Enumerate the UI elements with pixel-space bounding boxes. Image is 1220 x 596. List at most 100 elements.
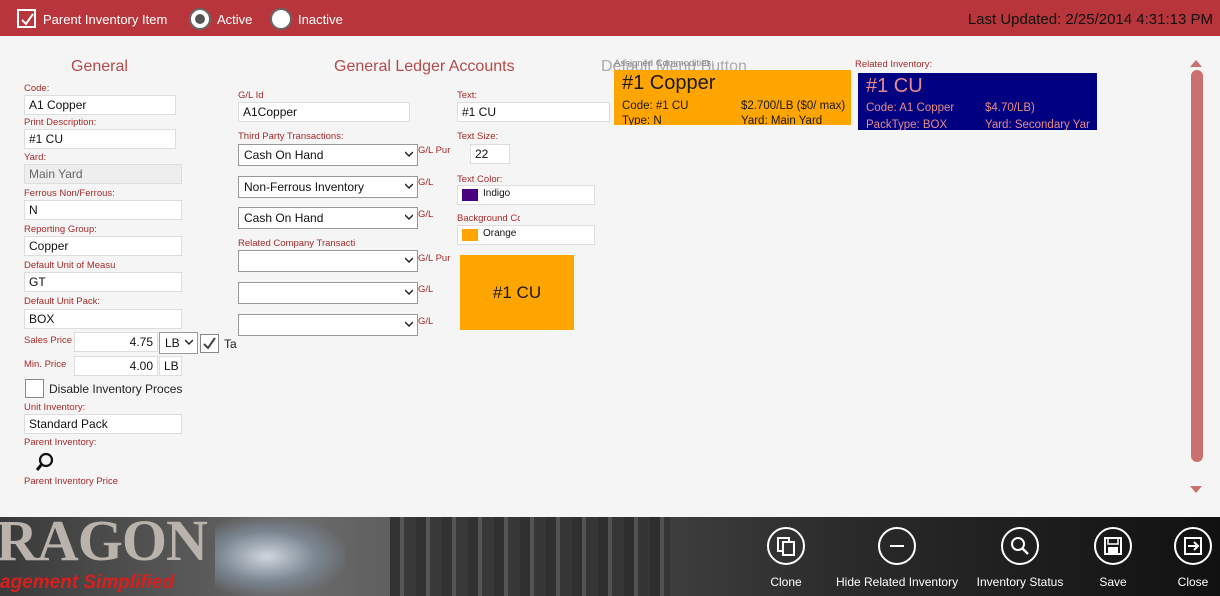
reporting-group-input[interactable]: Copper [24, 236, 182, 256]
unit-of-measure-label: Default Unit of Measu [24, 260, 116, 271]
sales-unit-select[interactable]: LB [159, 332, 198, 354]
third-party-select-1[interactable]: Cash On Hand [238, 144, 418, 166]
assigned-code: Code: #1 CU [622, 100, 689, 112]
min-price-label: Min. Price [24, 359, 67, 370]
unit-pack-label: Default Unit Pack: [24, 296, 101, 307]
parent-inventory-field-label: Parent Inventory: [24, 437, 97, 448]
chevron-down-icon [405, 289, 413, 296]
related-gl-label-3: G/L [418, 316, 434, 327]
chevron-down-icon [185, 339, 193, 346]
last-updated: Last Updated: 2/25/2014 4:31:13 PM [967, 11, 1213, 28]
related-inventory-label: Related Inventory: [855, 59, 933, 70]
yard-input[interactable]: Main Yard [24, 164, 182, 184]
floppy-disk-icon [1094, 527, 1132, 565]
print-description-label: Print Description: [24, 117, 97, 128]
hide-related-inventory-label: Hide Related Inventory [836, 575, 959, 589]
clone-label: Clone [770, 575, 802, 589]
chevron-down-icon [405, 151, 413, 158]
app-bar: RAGON agement Simplified Clone Hide Rela… [0, 517, 1220, 596]
assigned-yard: Yard: Main Yard [741, 115, 823, 125]
sales-price-input[interactable]: 4.75 [74, 332, 158, 352]
related-select-1[interactable] [238, 250, 418, 272]
inactive-radio[interactable] [270, 8, 292, 30]
scroll-down-arrow[interactable] [1190, 486, 1202, 493]
search-icon[interactable] [35, 452, 55, 472]
minus-icon [878, 527, 916, 565]
text-input[interactable]: #1 CU [457, 102, 610, 122]
third-party-value-3: Cash On Hand [244, 211, 324, 225]
taxable-checkbox[interactable] [200, 334, 219, 353]
general-title: General [71, 58, 128, 75]
inventory-status-button[interactable]: Inventory Status [976, 527, 1064, 589]
menu-button-preview[interactable]: #1 CU [460, 255, 574, 330]
assigned-title: #1 Copper [622, 72, 716, 94]
related-select-3[interactable] [238, 314, 418, 336]
gl-id-label: G/L Id [238, 90, 264, 101]
third-party-value-2: Non-Ferrous Inventory [244, 180, 365, 194]
inactive-label: Inactive [298, 12, 343, 27]
related-code: Code: A1 Copper [866, 102, 955, 114]
min-unit-field[interactable]: LB [159, 356, 182, 376]
third-party-value-1: Cash On Hand [244, 148, 324, 162]
clone-button[interactable]: Clone [766, 527, 806, 589]
top-bar: Parent Inventory Item Active Inactive La… [0, 0, 1220, 36]
scroll-up-arrow[interactable] [1190, 60, 1202, 67]
related-gl-label-2: G/L [418, 284, 434, 295]
code-input[interactable]: A1 Copper [24, 95, 176, 115]
disable-inventory-label: Disable Inventory Process [49, 382, 182, 396]
hide-related-inventory-button[interactable]: Hide Related Inventory [836, 527, 958, 589]
unit-inventory-input[interactable]: Standard Pack [24, 414, 182, 434]
gl-accounts-title: General Ledger Accounts [334, 58, 515, 75]
assigned-commodities-label: Assigned Commodities: [614, 58, 714, 69]
background-color-value: Orange [483, 228, 517, 239]
related-select-2[interactable] [238, 282, 418, 304]
close-button[interactable]: Close [1172, 527, 1214, 589]
related-pack: PackType: BOX [866, 119, 948, 130]
unit-pack-input[interactable]: BOX [24, 309, 182, 329]
inventory-status-label: Inventory Status [976, 575, 1064, 589]
text-color-value: Indigo [483, 188, 511, 199]
unit-inventory-label: Unit Inventory: [24, 402, 86, 413]
print-description-input[interactable]: #1 CU [24, 129, 176, 149]
min-price-input[interactable]: 4.00 [74, 356, 158, 376]
third-party-label: Third Party Transactions: [238, 131, 344, 142]
copy-icon [767, 527, 805, 565]
text-size-label: Text Size: [457, 131, 499, 142]
background-color-swatch [462, 229, 478, 241]
code-label: Code: [24, 83, 50, 94]
scrollbar-thumb[interactable] [1191, 70, 1203, 462]
assigned-commodity-card[interactable]: #1 Copper Code: #1 CU $2.700/LB ($0/ max… [614, 70, 851, 125]
third-party-select-2[interactable]: Non-Ferrous Inventory [238, 176, 418, 198]
background-color-label: Background Colo [457, 213, 520, 224]
related-gl-purchase-label: G/L Pur [418, 253, 451, 264]
parent-inventory-checkbox[interactable] [17, 9, 36, 28]
active-radio[interactable] [189, 8, 211, 30]
related-company-label: Related Company Transacti [238, 238, 356, 249]
active-label: Active [217, 12, 253, 27]
parent-inventory-price-label: Parent Inventory Price [24, 476, 118, 487]
save-button[interactable]: Save [1092, 527, 1134, 589]
third-party-select-3[interactable]: Cash On Hand [238, 207, 418, 229]
chevron-down-icon [405, 257, 413, 264]
content-area: General Code: A1 Copper Print Descriptio… [0, 36, 1220, 517]
related-yard: Yard: Secondary Yar [985, 119, 1090, 130]
gl-label-2: G/L [418, 177, 434, 188]
background-decoration [390, 517, 670, 596]
gl-purchase-label-1: G/L Pur [418, 145, 451, 156]
assigned-type: Type: N [622, 115, 662, 125]
text-color-swatch [462, 189, 478, 201]
assigned-price: $2.700/LB ($0/ max) [741, 100, 846, 112]
related-inventory-card[interactable]: #1 CU Code: A1 Copper $4.70/LB) PackType… [858, 73, 1097, 130]
reporting-group-label: Reporting Group: [24, 224, 97, 235]
unit-of-measure-input[interactable]: GT [24, 272, 182, 292]
disable-inventory-checkbox[interactable] [25, 379, 44, 398]
gl-label-3: G/L [418, 209, 434, 220]
check-icon [203, 337, 216, 350]
text-size-input[interactable]: 22 [470, 144, 510, 164]
exit-icon [1174, 527, 1212, 565]
gl-id-input[interactable]: A1Copper [238, 102, 410, 122]
ferrous-input[interactable]: N [24, 200, 182, 220]
brand-tagline: agement Simplified [0, 572, 175, 593]
chevron-down-icon [405, 321, 413, 328]
brand-logo-text: RAGON [0, 517, 208, 573]
